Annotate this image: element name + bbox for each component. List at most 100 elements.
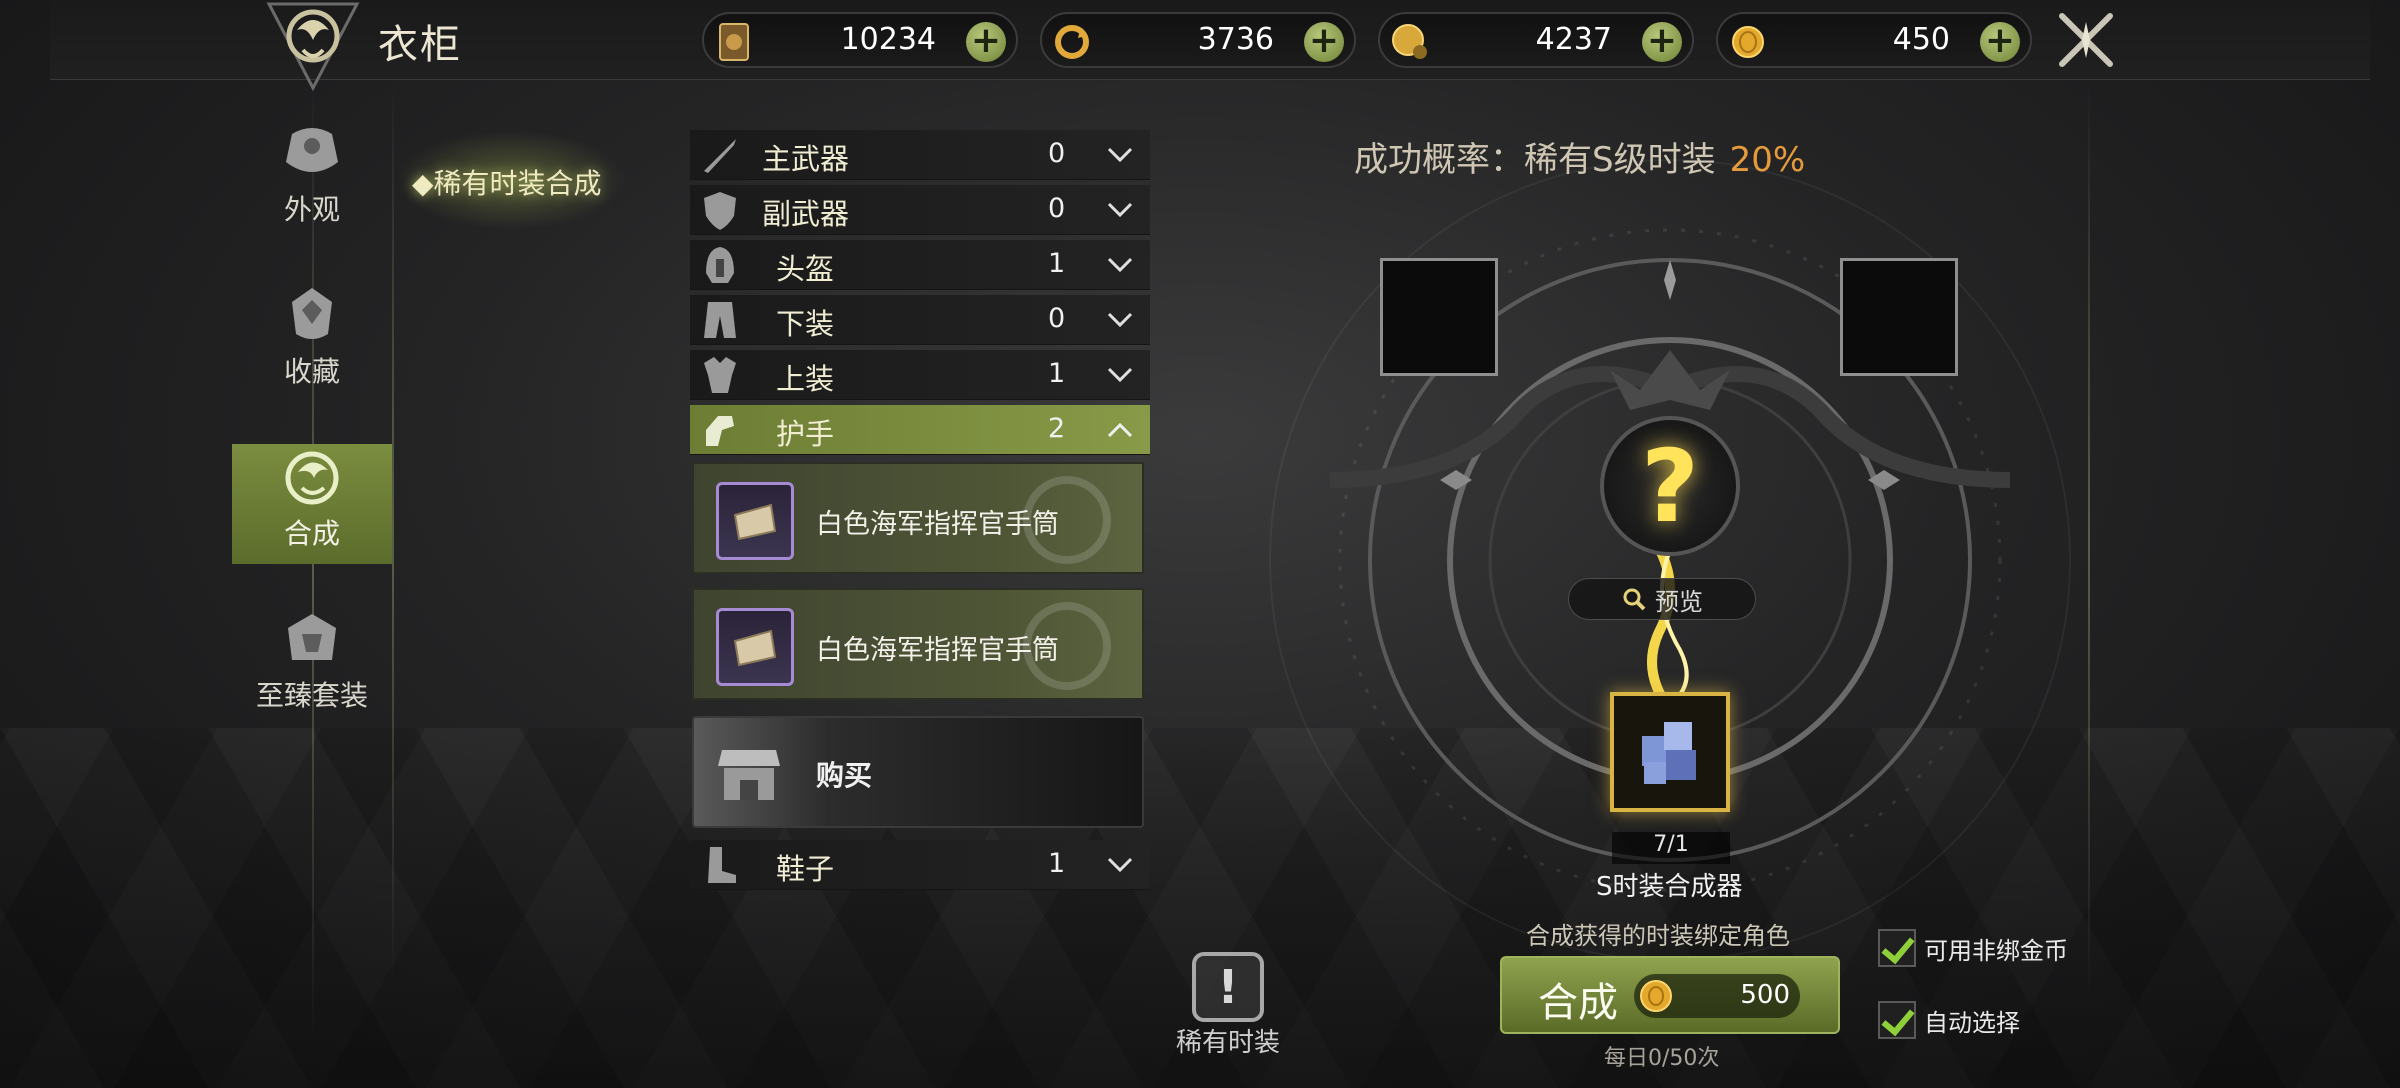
category-gloves[interactable]: 护手 2 — [690, 405, 1150, 455]
option-label: 可用非绑金币 — [1924, 936, 2068, 965]
nav-item-collection[interactable]: 收藏 — [232, 282, 392, 402]
nav-label: 外观 — [283, 193, 340, 226]
category-label: 头盔 — [776, 252, 835, 286]
category-count: 2 — [1048, 413, 1066, 444]
material-slot-left[interactable] — [1380, 258, 1498, 376]
chevron-down-icon — [1107, 857, 1133, 873]
pants-icon — [704, 302, 736, 338]
armor-set-icon — [288, 614, 336, 660]
nav-item-synthesis[interactable]: 合成 — [232, 444, 392, 564]
nav-item-ultimate-set[interactable]: 至臻套装 — [232, 606, 392, 726]
bound-gold-icon — [1392, 24, 1427, 59]
gloves-item-icon — [716, 608, 794, 686]
category-helmet[interactable]: 头盔 1 — [690, 240, 1150, 290]
dragon-logo-icon — [262, 0, 364, 92]
currency-value: 4237 — [1535, 22, 1612, 57]
search-icon — [1623, 588, 1646, 611]
nav-label: 合成 — [283, 517, 340, 550]
material-count: 7/1 — [1612, 832, 1730, 864]
nav-rail-line-2 — [392, 80, 394, 980]
cycle-coin-icon — [1055, 25, 1089, 59]
synthesis-cost: 500 — [1740, 980, 1790, 1010]
category-main-weapon[interactable]: 主武器 0 — [690, 130, 1150, 180]
add-currency-button[interactable]: + — [1642, 22, 1682, 62]
shop-icon — [718, 750, 780, 800]
add-currency-button[interactable]: + — [1980, 22, 2020, 62]
synthesize-button[interactable]: 合成 500 — [1500, 956, 1840, 1034]
gauntlet-icon — [706, 416, 734, 446]
checkbox-checked[interactable] — [1878, 929, 1916, 967]
synthesize-label: 合成 — [1538, 980, 1618, 1026]
list-item[interactable]: 白色海军指挥官手筒 — [692, 462, 1144, 574]
category-shoes[interactable]: 鞋子 1 — [690, 840, 1150, 890]
rare-costume-alert-icon[interactable]: ! — [1192, 952, 1264, 1022]
add-currency-button[interactable]: + — [966, 22, 1006, 62]
category-count: 1 — [1048, 848, 1066, 879]
add-currency-button[interactable]: + — [1304, 22, 1344, 62]
daily-limit: 每日0/50次 — [1604, 1046, 1720, 1071]
window-title: 衣柜 — [378, 22, 462, 68]
category-label: 副武器 — [762, 197, 850, 231]
currency-value: 3736 — [1197, 22, 1274, 57]
category-sub-weapon[interactable]: 副武器 0 — [690, 185, 1150, 235]
synthesizer-item[interactable] — [1610, 692, 1730, 812]
collection-icon — [292, 288, 332, 339]
chest-armor-icon — [704, 357, 736, 393]
category-label: 主武器 — [762, 142, 850, 176]
right-rail-line — [2088, 80, 2090, 1000]
option-label: 自动选择 — [1924, 1008, 2020, 1037]
card-icon — [719, 23, 749, 61]
result-unknown-icon: ? — [1600, 416, 1740, 556]
currency-cycle: 3736 + — [1040, 12, 1356, 68]
sub-tab-rare-synthesis[interactable]: ◆稀有时装合成 — [412, 162, 602, 202]
swirl-emblem-icon — [1023, 602, 1111, 690]
cost-box: 500 — [1634, 974, 1800, 1018]
category-count: 0 — [1048, 138, 1066, 169]
rare-costume-label: 稀有时装 — [1176, 1028, 1281, 1058]
preview-label: 预览 — [1655, 587, 1703, 616]
buy-button[interactable]: 购买 — [692, 716, 1144, 828]
material-slot-right[interactable] — [1840, 258, 1958, 376]
option-auto-select[interactable]: 自动选择 — [1878, 1000, 2020, 1040]
chevron-down-icon — [1107, 367, 1133, 383]
sword-icon — [704, 139, 736, 173]
category-label: 鞋子 — [776, 852, 835, 886]
category-tops[interactable]: 上装 1 — [690, 350, 1150, 400]
nav-item-appearance[interactable]: 外观 — [232, 120, 392, 240]
currency-value: 10234 — [840, 22, 936, 57]
currency-bound-gold: 4237 + — [1378, 12, 1694, 68]
nav-label: 至臻套装 — [255, 679, 368, 712]
synthesis-icon — [285, 451, 339, 505]
chevron-down-icon — [1107, 202, 1133, 218]
chevron-up-icon — [1107, 422, 1133, 438]
chevron-down-icon — [1107, 312, 1133, 328]
preview-button[interactable]: 预览 — [1568, 578, 1756, 620]
category-label: 下装 — [776, 307, 835, 341]
cube-synthesizer-icon — [1642, 722, 1696, 784]
checkbox-checked[interactable] — [1878, 1001, 1916, 1039]
close-icon[interactable] — [2054, 8, 2118, 72]
bind-note: 合成获得的时装绑定角色 — [1526, 922, 1790, 950]
category-label: 上装 — [776, 362, 835, 396]
category-label: 护手 — [776, 417, 835, 451]
appearance-icon — [286, 128, 338, 172]
currency-card: 10234 + — [702, 12, 1018, 68]
material-name: S时装合成器 — [1596, 872, 1743, 902]
category-count: 0 — [1048, 193, 1066, 224]
chevron-down-icon — [1107, 147, 1133, 163]
gold-coin-icon — [1640, 980, 1672, 1012]
boot-icon — [708, 847, 736, 883]
swirl-emblem-icon — [1023, 476, 1111, 564]
currency-gold: 450 + — [1716, 12, 2032, 68]
category-bottoms[interactable]: 下装 0 — [690, 295, 1150, 345]
chevron-down-icon — [1107, 257, 1133, 273]
category-count: 1 — [1048, 358, 1066, 389]
category-count: 1 — [1048, 248, 1066, 279]
gold-coin-icon — [1732, 26, 1764, 58]
category-count: 0 — [1048, 303, 1066, 334]
helmet-icon — [706, 247, 734, 283]
buy-label: 购买 — [816, 759, 873, 792]
option-use-unbound-gold[interactable]: 可用非绑金币 — [1878, 928, 2068, 968]
currency-value: 450 — [1892, 22, 1950, 57]
list-item[interactable]: 白色海军指挥官手筒 — [692, 588, 1144, 700]
